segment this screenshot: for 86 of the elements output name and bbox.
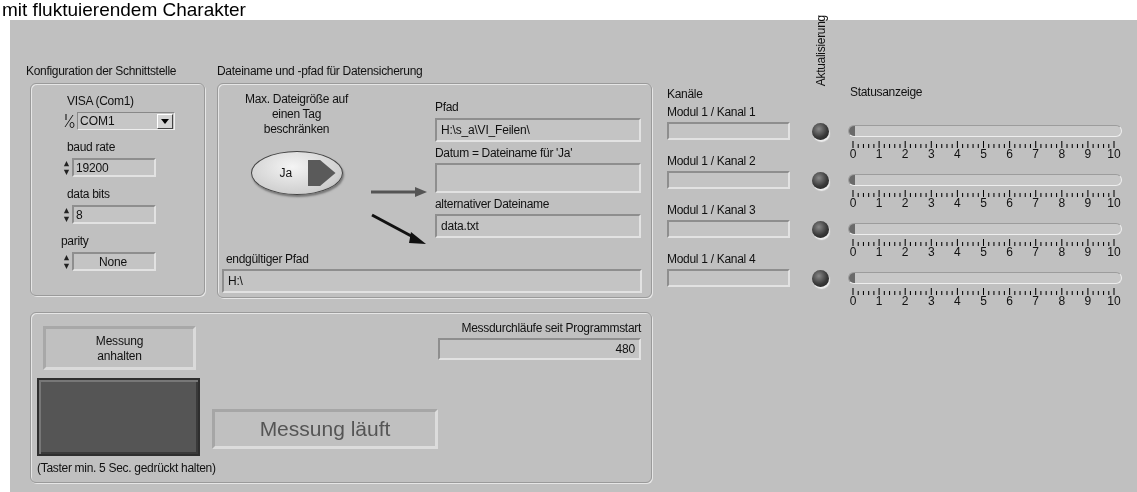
scale-label: 8: [1058, 295, 1066, 308]
scale-label: 6: [1006, 197, 1013, 210]
path-field[interactable]: H:\: [222, 269, 642, 293]
text-field[interactable]: data.txt: [435, 214, 641, 238]
visa-dropdown[interactable]: COM1: [77, 112, 175, 130]
scale-label: 4: [954, 148, 961, 161]
numeric-field[interactable]: 19200: [72, 158, 156, 177]
scale-label: 6: [1006, 148, 1013, 161]
scale-label: 3: [927, 148, 935, 161]
numeric-field[interactable]: 8: [72, 205, 156, 224]
scale-label: 10: [1107, 197, 1121, 210]
scale-label: 8: [1058, 197, 1066, 210]
channel-label: Modul 1 / Kanal 4: [667, 252, 757, 267]
arrow: [371, 187, 427, 197]
field-label: Pfad: [435, 100, 460, 115]
increment-arrows-icon[interactable]: [63, 205, 70, 224]
field-label: endgültiger Pfad: [226, 252, 310, 267]
scale-label: 2: [901, 148, 909, 161]
scale-label: 5: [980, 246, 987, 259]
scale-label: 9: [1084, 148, 1092, 161]
scale-label: 6: [1006, 246, 1013, 259]
toggle-switch[interactable]: Ja: [250, 151, 343, 195]
increment-arrows-icon[interactable]: [63, 158, 70, 177]
switch-label: Max. Dateigröße auf einen Tag beschränken: [245, 92, 348, 137]
scale-label: 0: [849, 148, 857, 161]
scale-label: 1: [875, 148, 883, 161]
scale-label: 5: [980, 148, 987, 161]
scale-label: 4: [954, 246, 961, 259]
scale-label: 0: [849, 295, 857, 308]
field-label: data bits: [67, 187, 110, 202]
scale-label: 4: [954, 295, 961, 308]
path-field[interactable]: H:\s_a\VI_Feilen\: [435, 118, 641, 142]
field-label: Datum = Dateiname für 'Ja': [435, 146, 574, 161]
field-label: parity: [61, 234, 89, 249]
field-label: baud rate: [67, 140, 115, 155]
field-label: alternativer Dateiname: [435, 197, 551, 212]
scale-label: 2: [901, 246, 909, 259]
group-title: Konfiguration der Schnittstelle: [26, 64, 178, 80]
scale-label: 10: [1107, 148, 1121, 161]
scale-label: 7: [1032, 295, 1040, 308]
scale-label: 1: [875, 246, 883, 259]
channel-label: Modul 1 / Kanal 1: [667, 105, 757, 120]
stop-button[interactable]: [37, 378, 200, 456]
channel-label: Modul 1 / Kanal 3: [667, 203, 757, 218]
scale-label: 0: [849, 197, 857, 210]
slider-fill[interactable]: [849, 273, 855, 283]
scale-label: 2: [901, 295, 909, 308]
scale-label: 3: [927, 246, 935, 259]
scale-label: 3: [927, 295, 935, 308]
scale-label: 1: [875, 295, 883, 308]
slider-fill[interactable]: [849, 224, 855, 234]
scale-label: 0: [849, 246, 857, 259]
io-icon: [63, 113, 75, 129]
scale-label: 10: [1107, 246, 1121, 259]
field-label: VISA (Com1): [67, 94, 134, 109]
scale-label: 8: [1058, 246, 1066, 259]
scale-label: 6: [1006, 295, 1013, 308]
arrow: [371, 213, 426, 244]
column-heading: Aktualisierung: [815, 14, 828, 86]
slider-fill[interactable]: [849, 126, 855, 136]
scale-label: 9: [1084, 246, 1092, 259]
scale-label: 10: [1107, 295, 1121, 308]
scale-label: 5: [980, 295, 987, 308]
field-label: Messdurchläufe seit Programmstart: [461, 321, 641, 336]
scale-label: 1: [875, 197, 883, 210]
slider-fill[interactable]: [849, 175, 855, 185]
scale-label: 9: [1084, 197, 1092, 210]
scale-label: 7: [1032, 197, 1040, 210]
scale-label: 4: [954, 197, 961, 210]
numeric-field[interactable]: None: [72, 252, 156, 271]
text-field[interactable]: [435, 163, 641, 193]
column-heading: Kanäle: [667, 87, 704, 102]
column-heading: Statusanzeige: [850, 85, 924, 100]
scale-label: 9: [1084, 295, 1092, 308]
button-caption: Messung anhalten: [43, 326, 196, 370]
scale-label: 7: [1032, 246, 1040, 259]
channel-label: Modul 1 / Kanal 2: [667, 154, 757, 169]
increment-arrows-icon[interactable]: [63, 252, 70, 271]
counter-field: 480: [438, 338, 641, 360]
scale-label: 2: [901, 197, 909, 210]
status-indicator: Messung läuft: [212, 409, 438, 449]
scale-label: 5: [980, 197, 987, 210]
group-title: Dateiname und -pfad für Datensicherung: [217, 64, 424, 80]
scale-label: 3: [927, 197, 935, 210]
scale-label: 7: [1032, 148, 1040, 161]
scale-label: 8: [1058, 148, 1066, 161]
